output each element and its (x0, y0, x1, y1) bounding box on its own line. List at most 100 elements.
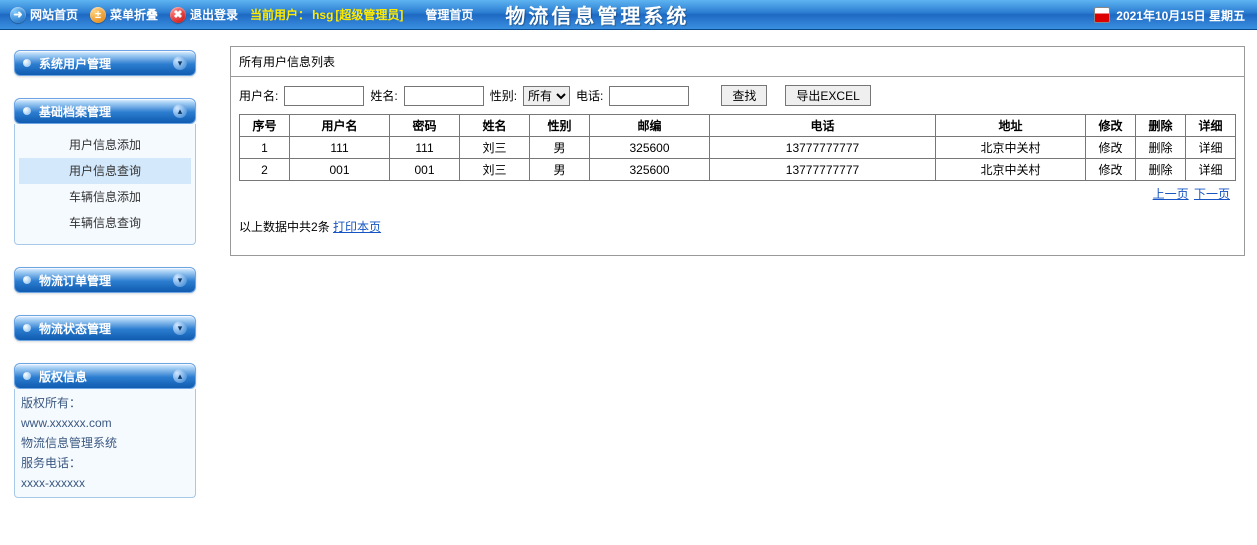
edit-link[interactable]: 修改 (1098, 163, 1122, 177)
filter-row: 用户名: 姓名: 性别: 所有 电话: 查找 导出EXCEL (231, 77, 1244, 114)
nav-home-label: 网站首页 (30, 6, 78, 23)
cell-gender: 男 (530, 159, 590, 181)
cell-name: 刘三 (460, 137, 530, 159)
date-text: 2021年10月15日 星期五 (1116, 7, 1245, 24)
copyright-body: 版权所有： www.xxxxxx.com 物流信息管理系统 服务电话： xxxx… (14, 389, 196, 498)
cell-idx: 2 (240, 159, 290, 181)
col-zip: 邮编 (590, 115, 710, 137)
filter-gender-select[interactable]: 所有 (523, 86, 570, 106)
pager-prev[interactable]: 上一页 (1153, 187, 1189, 201)
search-button[interactable]: 查找 (721, 85, 767, 106)
current-user-text: 当前用户： hsg [超级管理员] (250, 6, 413, 23)
table-header-row: 序号 用户名 密码 姓名 性别 邮编 电话 地址 修改 删除 详细 (240, 115, 1236, 137)
del-link[interactable]: 删除 (1148, 141, 1172, 155)
summary-line: 以上数据中共2条 打印本页 (231, 208, 1244, 255)
bullet-icon (23, 276, 31, 284)
print-link[interactable]: 打印本页 (333, 220, 381, 234)
cell-password: 001 (390, 159, 460, 181)
bullet-icon (23, 59, 31, 67)
cell-username: 111 (290, 137, 390, 159)
bullet-icon (23, 372, 31, 380)
nav-collapse[interactable]: ± 菜单折叠 (90, 6, 158, 23)
col-detail: 详细 (1186, 115, 1236, 137)
summary-count: 2 (311, 220, 318, 234)
copyright-line: 服务电话： (21, 453, 189, 473)
filter-phone-input[interactable] (609, 86, 689, 106)
cell-addr: 北京中关村 (936, 137, 1086, 159)
cell-del[interactable]: 删除 (1136, 159, 1186, 181)
chevron-up-icon: ▴ (173, 104, 187, 118)
cell-detail[interactable]: 详细 (1186, 137, 1236, 159)
calendar-icon (1094, 7, 1110, 23)
pager-next[interactable]: 下一页 (1194, 187, 1230, 201)
cell-phone: 13777777777 (710, 137, 936, 159)
user-table: 序号 用户名 密码 姓名 性别 邮编 电话 地址 修改 删除 详细 (239, 114, 1236, 181)
logout-icon: ✖ (170, 7, 186, 23)
chevron-down-icon: ▾ (173, 321, 187, 335)
export-excel-button[interactable]: 导出EXCEL (785, 85, 870, 106)
chevron-down-icon: ▾ (173, 273, 187, 287)
col-phone: 电话 (710, 115, 936, 137)
bullet-icon (23, 107, 31, 115)
panel-copyright: 版权信息 ▴ 版权所有： www.xxxxxx.com 物流信息管理系统 服务电… (14, 363, 196, 498)
copyright-line: www.xxxxxx.com (21, 413, 189, 433)
nav-logout[interactable]: ✖ 退出登录 (170, 6, 238, 23)
cell-addr: 北京中关村 (936, 159, 1086, 181)
sidebar-item-vehicle-query[interactable]: 车辆信息查询 (19, 210, 191, 236)
col-addr: 地址 (936, 115, 1086, 137)
cell-username: 001 (290, 159, 390, 181)
nav-admin-home-label: 管理首页 (425, 6, 473, 23)
panel-header-status[interactable]: 物流状态管理 ▾ (14, 315, 196, 341)
panel-header-base-archive[interactable]: 基础档案管理 ▴ (14, 98, 196, 124)
cell-edit[interactable]: 修改 (1086, 159, 1136, 181)
edit-link[interactable]: 修改 (1098, 141, 1122, 155)
topbar-date: 2021年10月15日 星期五 (1094, 0, 1245, 30)
filter-gender-label: 性别: (490, 87, 517, 104)
cell-phone: 13777777777 (710, 159, 936, 181)
cell-edit[interactable]: 修改 (1086, 137, 1136, 159)
bullet-icon (23, 324, 31, 332)
cell-zip: 325600 (590, 159, 710, 181)
cell-idx: 1 (240, 137, 290, 159)
nav-collapse-label: 菜单折叠 (110, 6, 158, 23)
sidebar-item-vehicle-add[interactable]: 车辆信息添加 (19, 184, 191, 210)
filter-username-label: 用户名: (239, 87, 278, 104)
filter-name-input[interactable] (404, 86, 484, 106)
sidebar: 系统用户管理 ▾ 基础档案管理 ▴ 用户信息添加 用户信息查询 车辆信息添加 车… (0, 30, 210, 520)
panel-header-copyright[interactable]: 版权信息 ▴ (14, 363, 196, 389)
cell-zip: 325600 (590, 137, 710, 159)
content-box: 所有用户信息列表 用户名: 姓名: 性别: 所有 电话: 查找 导出EXCEL (230, 46, 1245, 256)
del-link[interactable]: 删除 (1148, 163, 1172, 177)
copyright-line: 物流信息管理系统 (21, 433, 189, 453)
chevron-up-icon: ▴ (173, 369, 187, 383)
sidebar-item-user-query[interactable]: 用户信息查询 (19, 158, 191, 184)
cell-gender: 男 (530, 137, 590, 159)
cell-detail[interactable]: 详细 (1186, 159, 1236, 181)
detail-link[interactable]: 详细 (1198, 141, 1222, 155)
nav-home[interactable]: ➜ 网站首页 (10, 6, 78, 23)
nav-admin-home[interactable]: 管理首页 (425, 6, 473, 23)
panel-base-archive: 基础档案管理 ▴ 用户信息添加 用户信息查询 车辆信息添加 车辆信息查询 (14, 98, 196, 245)
col-edit: 修改 (1086, 115, 1136, 137)
panel-system-user: 系统用户管理 ▾ (14, 50, 196, 76)
sidebar-item-user-add[interactable]: 用户信息添加 (19, 132, 191, 158)
cell-password: 111 (390, 137, 460, 159)
col-username: 用户名 (290, 115, 390, 137)
summary-suffix: 条 (318, 220, 333, 234)
collapse-icon: ± (90, 7, 106, 23)
topbar: ➜ 网站首页 ± 菜单折叠 ✖ 退出登录 当前用户： hsg [超级管理员] 管… (0, 0, 1257, 30)
cell-del[interactable]: 删除 (1136, 137, 1186, 159)
panel-header-system-user[interactable]: 系统用户管理 ▾ (14, 50, 196, 76)
nav-logout-label: 退出登录 (190, 6, 238, 23)
system-title: 物流信息管理系统 (505, 0, 689, 29)
pager: 上一页 下一页 (239, 183, 1236, 204)
panel-header-order[interactable]: 物流订单管理 ▾ (14, 267, 196, 293)
copyright-line: 版权所有： (21, 393, 189, 413)
cell-name: 刘三 (460, 159, 530, 181)
filter-username-input[interactable] (284, 86, 364, 106)
detail-link[interactable]: 详细 (1198, 163, 1222, 177)
col-name: 姓名 (460, 115, 530, 137)
summary-prefix: 以上数据中共 (239, 220, 311, 234)
col-password: 密码 (390, 115, 460, 137)
filter-name-label: 姓名: (370, 87, 397, 104)
